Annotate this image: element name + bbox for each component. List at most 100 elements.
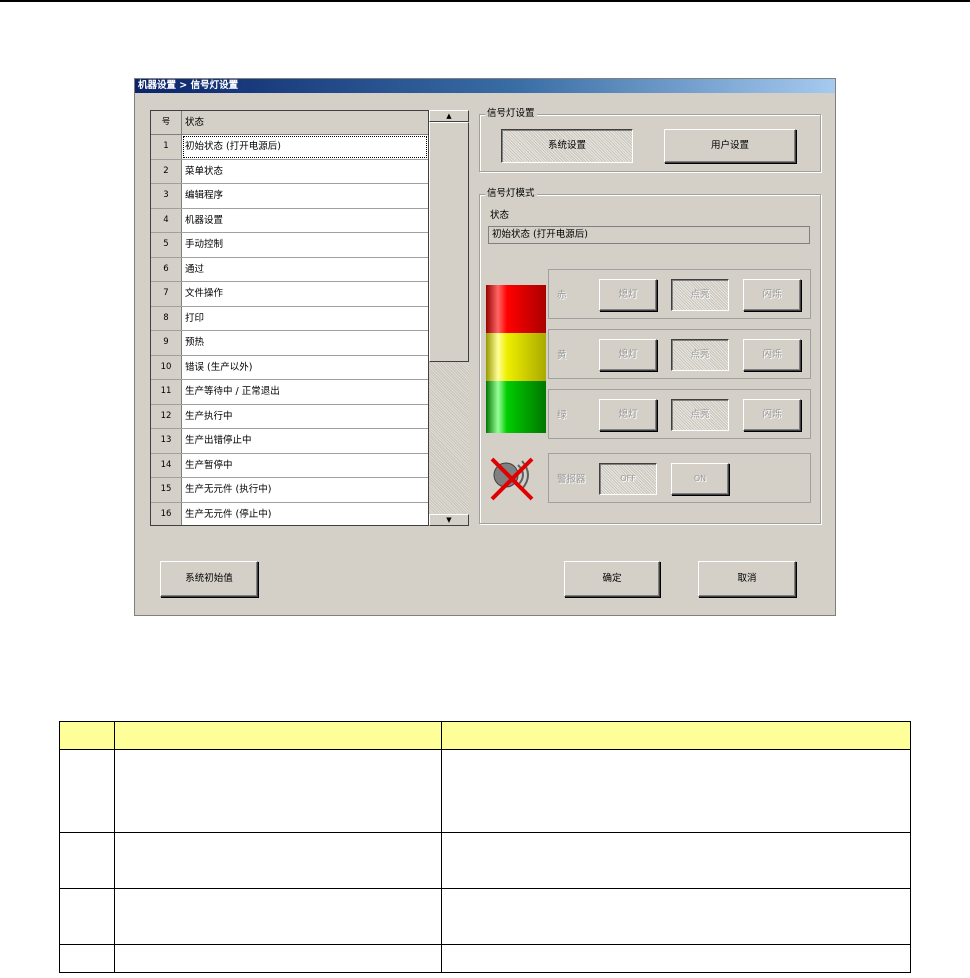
lamp-blink-button[interactable]: 闪烁 xyxy=(743,399,801,431)
row-state: 通过 xyxy=(185,263,205,275)
table-row[interactable]: 16 生产无元件 (停止中) xyxy=(151,502,428,525)
table-row[interactable]: 15 生产无元件 (执行中) xyxy=(151,478,428,503)
row-number: 1 xyxy=(151,135,182,159)
table-cell xyxy=(114,832,442,889)
signal-mode-group: 信号灯模式 状态 初始状态 (打开电源后) 赤熄灯 点亮 闪烁黄熄灯 点亮 闪烁绿熄灯点… xyxy=(479,188,821,524)
lamp-mode-group: 赤 熄灯 点亮 闪烁 xyxy=(548,269,811,319)
row-number: 7 xyxy=(151,282,182,306)
buzzer-on-button[interactable]: ON xyxy=(671,463,729,495)
table-row[interactable]: 8 打印 xyxy=(151,306,428,331)
row-number: 9 xyxy=(151,331,182,355)
table-cell xyxy=(59,749,115,833)
table-header-cell xyxy=(114,721,442,750)
system-settings-button[interactable]: 系统设置 xyxy=(501,129,633,163)
signal-tower-icon xyxy=(486,285,546,433)
signal-light-settings-dialog: 机器设置 > 信号灯设置 号 状态 1 初始状态 (打开电源后) 2 菜单状态 3 编辑程… xyxy=(134,78,836,616)
row-state: 机器设置 xyxy=(185,214,224,226)
table-cell xyxy=(114,944,442,973)
row-number: 14 xyxy=(151,453,182,477)
signal-settings-legend: 信号灯设置 xyxy=(485,108,537,120)
signal-settings-group: 信号灯设置 系统设置 用户设置 xyxy=(479,108,821,172)
table-row xyxy=(59,944,911,973)
lamp-off-button[interactable]: 熄灯 xyxy=(599,399,657,431)
table-cell xyxy=(114,749,442,833)
table-cell xyxy=(59,888,115,945)
row-number: 12 xyxy=(151,404,182,428)
lamp-on-button[interactable]: 点亮 xyxy=(671,339,729,371)
lamp-mode-group: 绿 熄灯 点亮 闪烁 xyxy=(548,389,811,439)
row-state: 文件操作 xyxy=(185,288,224,299)
table-row xyxy=(59,888,911,945)
row-state: 错误 (生产以外) xyxy=(185,361,253,373)
table-cell xyxy=(441,944,911,973)
system-default-button[interactable]: 系统初始值 xyxy=(160,561,258,597)
row-state: 生产执行中 xyxy=(185,410,233,422)
buzzer-muted-icon xyxy=(490,457,534,501)
description-table xyxy=(59,721,911,973)
row-state: 生产无元件 (停止中) xyxy=(185,508,272,520)
table-row[interactable]: 12 生产执行中 xyxy=(151,404,428,429)
buzzer-group: 警报器 OFF ON xyxy=(548,453,811,503)
lamp-mode-group: 黄 熄灯 点亮 闪烁 xyxy=(548,329,811,379)
row-state: 菜单状态 xyxy=(185,165,224,177)
row-state: 手动控制 xyxy=(185,239,224,250)
table-row[interactable]: 3 编辑程序 xyxy=(151,184,428,209)
buzzer-off-button[interactable]: OFF xyxy=(599,463,657,495)
cancel-button[interactable]: 取消 xyxy=(698,561,796,597)
table-header-row xyxy=(59,721,911,750)
table-row xyxy=(59,832,911,889)
table-row[interactable]: 9 预热 xyxy=(151,331,428,356)
row-number: 4 xyxy=(151,208,182,232)
row-number: 15 xyxy=(151,478,182,502)
table-cell xyxy=(441,888,911,945)
table-row[interactable]: 2 菜单状态 xyxy=(151,159,428,184)
row-number: 5 xyxy=(151,233,182,257)
lamp-on-button[interactable]: 点亮 xyxy=(671,399,729,431)
lamp-on-button[interactable]: 点亮 xyxy=(671,279,729,311)
row-number: 2 xyxy=(151,159,182,183)
table-row[interactable]: 5 手动控制 xyxy=(151,233,428,258)
table-row[interactable]: 13 生产出错停止中 xyxy=(151,429,428,454)
table-row[interactable]: 7 文件操作 xyxy=(151,282,428,307)
ok-button[interactable]: 确定 xyxy=(564,561,660,597)
table-header-cell xyxy=(59,721,115,750)
scroll-up-button[interactable]: ▲ xyxy=(429,110,469,122)
table-cell xyxy=(441,832,911,889)
lamp-blink-button[interactable]: 闪烁 xyxy=(743,339,801,371)
row-state: 初始状态 (打开电源后) xyxy=(182,135,428,159)
state-value-field: 初始状态 (打开电源后) xyxy=(488,226,810,244)
row-state: 打印 xyxy=(185,312,205,324)
list-scrollbar[interactable]: ▲ ▼ xyxy=(429,110,469,526)
table-row[interactable]: 1 初始状态 (打开电源后) xyxy=(151,135,428,160)
page-top-rule xyxy=(0,0,970,2)
row-number: 10 xyxy=(151,355,182,379)
table-cell xyxy=(441,749,911,833)
row-state: 生产出错停止中 xyxy=(185,435,252,446)
table-row[interactable]: 11 生产等待中 / 正常退出 xyxy=(151,380,428,405)
table-cell xyxy=(59,832,115,889)
scroll-down-button[interactable]: ▼ xyxy=(429,514,469,526)
table-row[interactable]: 14 生产暂停中 xyxy=(151,453,428,478)
table-row[interactable]: 6 通过 xyxy=(151,257,428,282)
signal-mode-legend: 信号灯模式 xyxy=(485,188,537,200)
row-state: 生产暂停中 xyxy=(185,459,233,471)
buzzer-label: 警报器 xyxy=(557,474,586,485)
state-label: 状态 xyxy=(490,210,510,221)
lamp-off-button[interactable]: 熄灯 xyxy=(599,339,657,371)
table-row[interactable]: 4 机器设置 xyxy=(151,208,428,233)
list-header: 号 状态 xyxy=(151,111,428,135)
table-header-cell xyxy=(441,721,911,750)
scroll-thumb[interactable] xyxy=(429,122,469,362)
lamp-off-button[interactable]: 熄灯 xyxy=(599,279,657,311)
table-row[interactable]: 10 错误 (生产以外) xyxy=(151,355,428,380)
lamp-color-label: 绿 xyxy=(557,410,567,421)
row-state: 生产无元件 (执行中) xyxy=(185,484,272,495)
table-cell xyxy=(114,888,442,945)
row-state: 生产等待中 / 正常退出 xyxy=(185,386,280,397)
row-number: 8 xyxy=(151,306,182,330)
header-state: 状态 xyxy=(185,117,205,128)
row-number: 6 xyxy=(151,257,182,281)
user-settings-button[interactable]: 用户设置 xyxy=(664,129,796,163)
lamp-blink-button[interactable]: 闪烁 xyxy=(743,279,801,311)
lamp-color-label: 赤 xyxy=(557,290,567,301)
